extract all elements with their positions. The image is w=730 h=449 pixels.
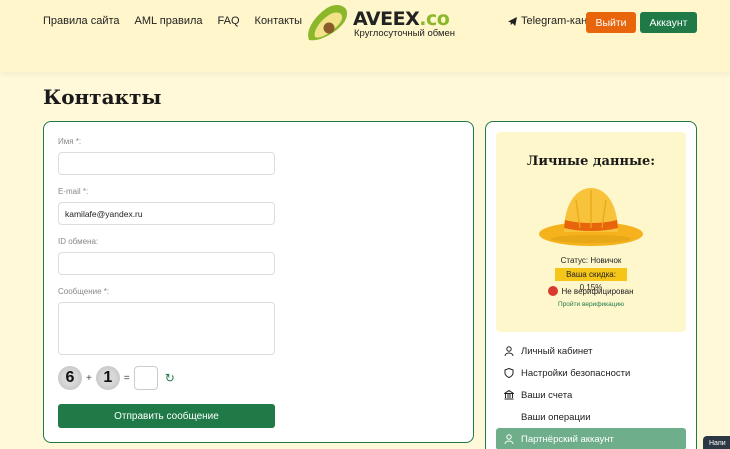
menu-item-partner[interactable]: Партнёрский аккаунт — [496, 428, 686, 449]
captcha-digit-b: 1 — [95, 366, 120, 390]
page-title: Контакты — [43, 85, 162, 109]
verification-status: Не верифицирован — [496, 286, 686, 296]
account-button[interactable]: Аккаунт — [640, 12, 697, 33]
message-label: Сообщение *: — [58, 287, 110, 296]
user-icon — [504, 346, 514, 356]
nav-contacts-link[interactable]: Контакты — [255, 15, 303, 27]
refresh-icon[interactable]: ↻ — [165, 371, 175, 385]
discount-badge: Ваша скидка: 0.15% — [555, 268, 627, 292]
verify-link[interactable]: Пройти верификацию — [496, 301, 686, 308]
submit-button[interactable]: Отправить сообщение — [58, 404, 275, 428]
nav-faq-link[interactable]: FAQ — [218, 15, 240, 27]
site-logo[interactable]: AVEEX.co Круглосуточный обмен — [305, 4, 455, 42]
menu-item-operations[interactable]: Ваши операции — [496, 406, 686, 428]
status-text: Статус: Новичок — [560, 256, 622, 265]
profile-panel: Личные данные: Статус: Новичок Ваша скид… — [496, 132, 686, 332]
message-textarea[interactable] — [58, 302, 275, 355]
menu-item-security[interactable]: Настройки безопасности — [496, 362, 686, 384]
captcha-digit-a: 6 — [58, 366, 82, 390]
site-header: Правила сайта AML правила FAQ Контакты A… — [0, 0, 730, 72]
captcha-plus: + — [86, 372, 92, 384]
profile-title: Личные данные: — [526, 154, 656, 169]
chat-widget-button[interactable]: Напи — [703, 436, 730, 449]
name-label: Имя *: — [58, 137, 82, 146]
nav-aml-link[interactable]: AML правила — [135, 15, 203, 27]
exchange-id-input[interactable] — [58, 252, 275, 275]
telegram-icon — [508, 16, 517, 26]
contact-form: Имя *: E-mail *: ID обмена: Сообщение *:… — [43, 121, 474, 443]
bank-icon — [504, 390, 514, 400]
unverified-icon — [548, 286, 559, 296]
account-menu: Личный кабинет Настройки безопасности Ва… — [496, 340, 686, 449]
menu-item-dashboard[interactable]: Личный кабинет — [496, 340, 686, 362]
captcha: 6 + 1 = ↻ — [58, 366, 175, 390]
avocado-icon — [308, 5, 348, 41]
logo-subtitle: Круглосуточный обмен — [354, 28, 456, 39]
logout-button[interactable]: Выйти — [586, 12, 636, 33]
shield-icon — [504, 368, 514, 378]
captcha-equals: = — [123, 372, 130, 384]
main-nav: Правила сайта AML правила FAQ Контакты — [43, 15, 302, 27]
email-input[interactable] — [58, 202, 275, 225]
menu-item-accounts[interactable]: Ваши счета — [496, 384, 686, 406]
user-icon — [504, 434, 514, 444]
blank-icon — [504, 412, 514, 422]
nav-rules-link[interactable]: Правила сайта — [43, 15, 120, 27]
exchange-id-label: ID обмена: — [58, 237, 99, 246]
sombrero-icon — [539, 188, 643, 246]
email-label: E-mail *: — [58, 187, 89, 196]
logo-text: AVEEX.co — [353, 8, 450, 30]
name-input[interactable] — [58, 152, 275, 175]
account-sidebar: Личные данные: Статус: Новичок Ваша скид… — [485, 121, 697, 449]
captcha-input[interactable] — [133, 366, 158, 390]
